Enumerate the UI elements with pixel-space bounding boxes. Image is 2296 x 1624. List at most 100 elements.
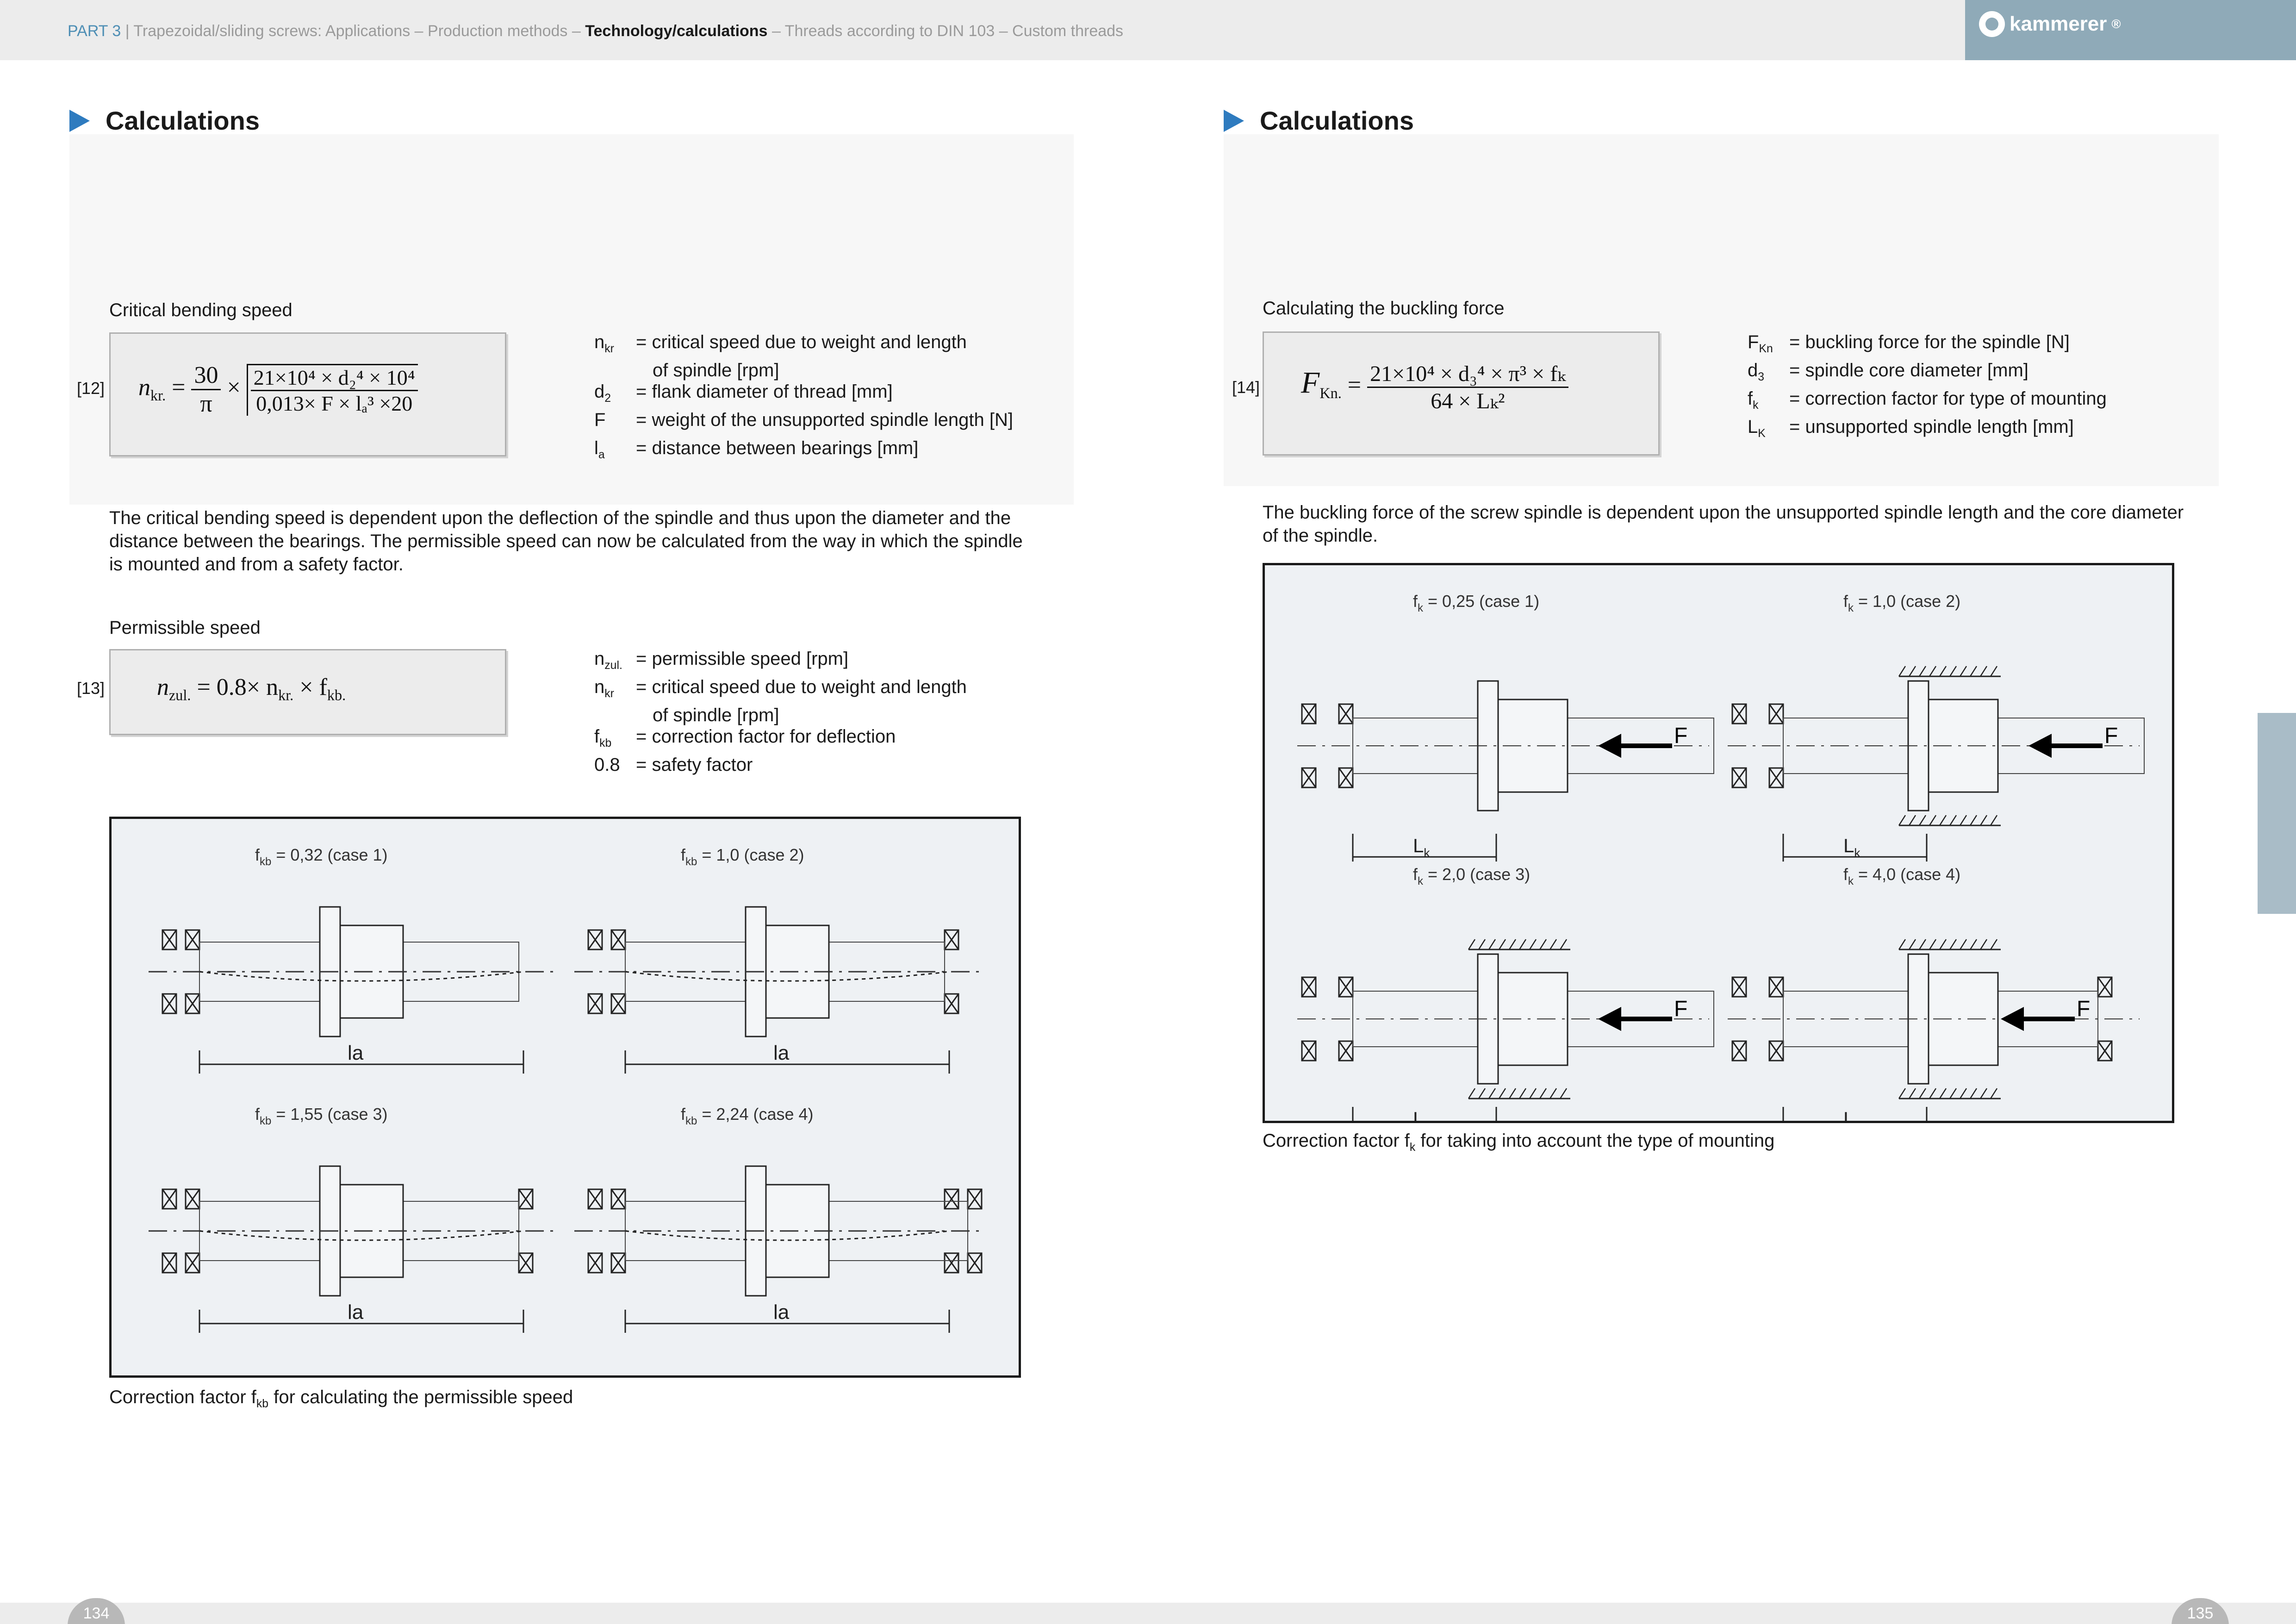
left-caption-sub: kb: [256, 1398, 269, 1410]
hatch-mark: [1918, 1088, 1927, 1099]
case-label-sub: kb: [685, 1115, 697, 1127]
case-label-sub: kb: [685, 856, 697, 868]
case-label-value: = 0,25 (case 1): [1423, 592, 1539, 611]
legend-row: of spindle [rpm]: [594, 360, 1013, 381]
critical-speed-label: Critical bending speed: [109, 300, 292, 320]
hatch-mark: [1949, 1088, 1957, 1099]
case-label-sub: kb: [260, 856, 271, 868]
legend-row: LK = unsupported spindle length [mm]: [1748, 416, 2107, 444]
legend-description: = flank diameter of thread [mm]: [636, 381, 893, 402]
bearing-cross: [587, 993, 603, 1014]
bearing-cross: [944, 993, 959, 1014]
fraction-den: π: [200, 391, 212, 417]
hatch-mark: [1949, 666, 1957, 677]
hatch-mark: [1539, 1088, 1547, 1099]
hatch-mark: [1539, 939, 1547, 950]
mounting-diagram-svg: fk = 0,25 (case 1) F Lk fk = 1,0 (case 2) F L…: [1297, 592, 2145, 1121]
bearing-cross: [1338, 1041, 1354, 1061]
case-label-value: = 0,32 (case 1): [271, 845, 387, 864]
case-label-value: = 4,0 (case 4): [1854, 865, 1960, 884]
buckling-force-legend: FKn = buckling force for the spindle [N] d…: [1748, 331, 2107, 444]
bearing-cross: [587, 1189, 603, 1209]
legend-symbol-sub: a: [598, 449, 605, 461]
legend-description: of spindle [rpm]: [653, 360, 779, 381]
hatch-mark: [1969, 666, 1978, 677]
legend-symbol: [594, 705, 636, 726]
force-arrow-head-icon: [2001, 1007, 2024, 1031]
right-title-text: Calculations: [1260, 106, 1414, 135]
legend-row: la = distance between bearings [mm]: [594, 437, 1013, 466]
hatch-mark: [1959, 939, 1967, 950]
legend-symbol: d3: [1748, 360, 1789, 388]
permissible-speed-formula: nzul. = 0.8× nkr. × fkb.: [157, 674, 346, 704]
perm-lhs: n: [157, 674, 169, 700]
hatch-mark: [1959, 1088, 1967, 1099]
hatch-mark: [1918, 939, 1927, 950]
bearing-cross: [1338, 977, 1354, 997]
buckling-paragraph: The buckling force of the screw spindle …: [1263, 502, 2184, 546]
hatch-mark: [1898, 1088, 1906, 1099]
hatch-mark: [1990, 666, 1998, 677]
hatch-mark: [1488, 939, 1496, 950]
right-caption-sub: k: [1409, 1141, 1416, 1154]
bearing-cross: [1768, 704, 1784, 724]
hatch-mark: [1969, 939, 1978, 950]
legend-symbol-sub: kb: [599, 737, 612, 750]
legend-description: = critical speed due to weight and lengt…: [636, 677, 967, 697]
case-label: fkb = 1,55 (case 3): [255, 1105, 388, 1127]
hatch-mark: [1559, 1088, 1568, 1099]
left-caption-pre: Correction factor f: [109, 1387, 256, 1407]
hatch-mark: [1908, 1088, 1916, 1099]
hatch-mark: [1939, 815, 1947, 826]
hatch-mark: [1908, 666, 1916, 677]
bearing-cross: [610, 993, 626, 1014]
hatch-mark: [1559, 939, 1568, 950]
permissible-speed-formula-box: nzul. = 0.8× nkr. × fkb.: [109, 649, 506, 735]
bearing-cross: [944, 930, 959, 950]
legend-symbol: la: [594, 437, 636, 466]
buckling-den: 64 × Lₖ²: [1431, 389, 1505, 413]
force-arrow-head-icon: [1598, 1007, 1621, 1031]
length-label-main: L: [1843, 835, 1854, 856]
bearing-cross: [185, 993, 200, 1014]
case-label: fk = 0,25 (case 1): [1413, 592, 1539, 614]
legend-description: = weight of the unsupported spindle leng…: [636, 410, 1013, 430]
bearing-cross: [1731, 1041, 1747, 1061]
legend-description: = permissible speed [rpm]: [636, 649, 849, 669]
bearing-cross: [587, 930, 603, 950]
legend-row: nkr = critical speed due to weight and le…: [594, 676, 967, 705]
legend-symbol-sub: kr: [604, 343, 614, 355]
bearing-cross: [162, 1253, 177, 1273]
length-label: la: [773, 1301, 790, 1324]
right-section-title: Calculations: [1224, 106, 1414, 136]
legend-row: FKn = buckling force for the spindle [N]: [1748, 331, 2107, 360]
length-label-main: L: [1413, 1108, 1424, 1121]
legend-symbol-main: L: [1748, 417, 1758, 437]
perm-nkr-sub: kr.: [278, 687, 294, 704]
bearing-cross: [185, 1189, 200, 1209]
legend-symbol-main: l: [594, 438, 598, 458]
bearing-cross: [1301, 977, 1317, 997]
legend-symbol-main: n: [594, 649, 605, 669]
hatch-mark: [1468, 939, 1476, 950]
critical-speed-paragraph: The critical bending speed is dependent …: [109, 508, 1023, 575]
bearing-cross: [1731, 977, 1747, 997]
legend-symbol: [594, 360, 636, 381]
legend-symbol: nkr: [594, 331, 636, 360]
legend-description: of spindle [rpm]: [653, 705, 779, 725]
hatch-mark: [1908, 939, 1916, 950]
hatch-mark: [1898, 939, 1906, 950]
equation-number-13: [13]: [77, 679, 105, 698]
bearing-cross: [518, 1253, 534, 1273]
critical-speed-formula: nkr. = 30 π × 21×10⁴ × d₂⁴ × 10⁴ 0,013× …: [138, 362, 418, 418]
perm-tail-sub: kb.: [327, 687, 346, 704]
left-title-text: Calculations: [106, 106, 260, 135]
legend-symbol-sub: k: [1753, 399, 1759, 412]
hatch-mark: [1969, 815, 1978, 826]
hatch-mark: [1929, 666, 1937, 677]
legend-symbol-main: n: [594, 332, 605, 352]
formula-lhs: n: [138, 374, 150, 401]
length-label-sub: k: [1854, 846, 1860, 860]
bearing-cross: [518, 1189, 534, 1209]
bearing-cross: [1301, 1041, 1317, 1061]
